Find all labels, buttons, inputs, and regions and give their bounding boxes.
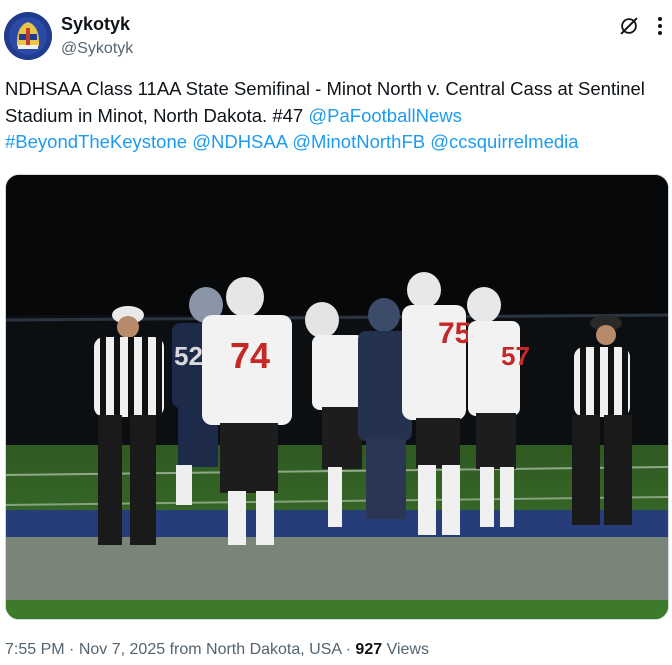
- mention-ndhsaa[interactable]: @NDHSAA: [192, 131, 287, 152]
- meta-separator: ·: [69, 641, 75, 658]
- jersey-75: 75: [438, 317, 471, 350]
- tweet-header: Sykotyk @Sykotyk: [0, 0, 672, 70]
- display-name[interactable]: Sykotyk: [61, 13, 133, 35]
- grok-icon: [620, 17, 638, 35]
- more-button[interactable]: [648, 12, 672, 40]
- views-label: Views: [386, 641, 429, 658]
- tweet-date[interactable]: Nov 7, 2025: [79, 641, 165, 658]
- mention-pafootballnews[interactable]: @PaFootballNews: [308, 105, 461, 126]
- football-coin-toss-photo: 52 74 75 57: [6, 175, 668, 619]
- more-dots-icon: [658, 17, 662, 35]
- handle[interactable]: @Sykotyk: [61, 38, 133, 60]
- avatar[interactable]: [4, 12, 52, 60]
- mention-minotnorthfb[interactable]: @MinotNorthFB: [292, 131, 425, 152]
- mention-ccsquirrelmedia[interactable]: @ccsquirrelmedia: [430, 131, 578, 152]
- tweet-location: from North Dakota, USA: [169, 641, 342, 658]
- jersey-74: 74: [230, 335, 270, 376]
- jersey-57: 57: [501, 341, 530, 371]
- views-count: 927: [355, 641, 383, 658]
- tweet-meta: 7:55 PM · Nov 7, 2025 from North Dakota,…: [5, 640, 429, 660]
- author-names: Sykotyk @Sykotyk: [61, 13, 133, 60]
- jersey-52: 52: [174, 341, 203, 371]
- grok-button[interactable]: [615, 12, 643, 40]
- tweet-photo[interactable]: 52 74 75 57: [5, 174, 669, 620]
- meta-separator-2: ·: [345, 641, 351, 658]
- avatar-image: [4, 12, 52, 60]
- hashtag-beyondthekeystone[interactable]: #BeyondTheKeystone: [5, 131, 187, 152]
- tweet-time[interactable]: 7:55 PM: [5, 641, 65, 658]
- tweet-text: NDHSAA Class 11AA State Semifinal - Mino…: [5, 76, 665, 156]
